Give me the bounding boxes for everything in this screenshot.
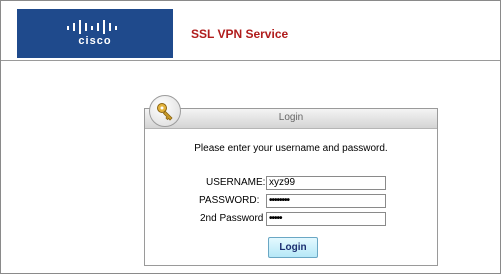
username-label: USERNAME:: [206, 177, 266, 188]
password-label: PASSWORD:: [199, 195, 260, 206]
key-icon: [149, 95, 181, 127]
login-title: Login: [278, 112, 304, 123]
service-title: SSL VPN Service: [191, 27, 289, 41]
page-frame: cisco SSL VPN Service Login Please enter…: [0, 0, 501, 274]
cisco-logo: cisco: [17, 9, 173, 58]
header: cisco SSL VPN Service: [1, 1, 500, 61]
logo-word: cisco: [78, 35, 112, 47]
password-field[interactable]: ••••••••: [266, 194, 386, 208]
login-header: Login: [145, 109, 437, 129]
second-password-label: 2nd Password: [200, 213, 264, 224]
second-password-field[interactable]: •••••: [266, 212, 386, 226]
login-button[interactable]: Login: [268, 237, 318, 258]
username-field[interactable]: xyz99: [266, 176, 386, 190]
login-prompt: Please enter your username and password.: [194, 143, 388, 154]
cisco-bars-icon: [67, 20, 117, 34]
login-panel: Login Please enter your username and pas…: [144, 95, 438, 266]
key-icon-glyph: [157, 103, 173, 121]
